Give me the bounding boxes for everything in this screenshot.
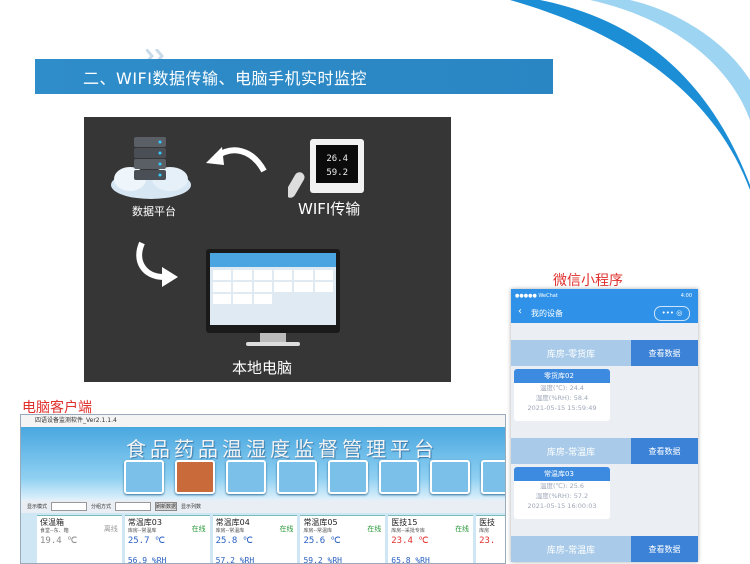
nav-bar: ‹ 我的设备 ••• ◎	[511, 303, 698, 323]
section-banner: 二、WIFI数据传输、电脑手机实时监控	[35, 59, 553, 94]
wifi-label: WIFI传输	[298, 200, 361, 218]
mini-program-label: 微信小程序	[553, 273, 623, 289]
client-header: 食品药品温湿度监督管理平台	[21, 427, 505, 500]
group-mode-label: 分组方式	[91, 504, 112, 510]
device-card[interactable]: 保温箱 食堂--东、箱 离线 19.4 ℃	[37, 515, 122, 563]
group-row: 库房-零货库 查看数据	[511, 340, 698, 366]
capsule-menu-icon[interactable]: ••• ◎	[654, 306, 690, 321]
toolbar-alarm-button[interactable]	[277, 460, 317, 494]
back-icon[interactable]: ‹	[518, 306, 522, 317]
status-time: 4:00	[680, 293, 692, 299]
control-bar: 显示模式 分组方式 刷新数据 显示列数	[21, 500, 505, 513]
status-bar: ●●●●● WeChat 4:00	[511, 289, 698, 303]
pc-label: 本地电脑	[232, 359, 293, 377]
pc-client-window: 四语设备监测软件_Ver2.1.1.4 食品药品温湿度监督管理平台 显示模式 分…	[20, 414, 506, 564]
sensor-hum: 59.2	[326, 168, 348, 178]
cloud-server-icon	[111, 137, 191, 199]
toolbar-sms-button[interactable]	[328, 460, 368, 494]
architecture-diagram: 数据平台 26.4 59.2 WIFI传输 本地电脑	[84, 117, 451, 382]
device-name: 常温库03	[514, 467, 610, 481]
view-data-button[interactable]: 查看数据	[631, 438, 698, 464]
window-titlebar: 四语设备监测软件_Ver2.1.1.4	[21, 415, 505, 427]
columns-label: 显示列数	[181, 504, 202, 510]
app-title: 食品药品温湿度监督管理平台	[126, 437, 438, 461]
status-left: ●●●●● WeChat	[515, 293, 558, 299]
toolbar-settings-button[interactable]	[430, 460, 470, 494]
device-card[interactable]: 常温库03 温度(℃): 25.6 湿度(%RH): 57.2 2021-05-…	[514, 467, 610, 519]
device-card[interactable]: 医技 库房 23.	[476, 515, 505, 563]
group-row: 库房-常温库 查看数据	[511, 536, 698, 562]
group-name: 库房-零货库	[511, 340, 631, 366]
decorative-swoosh	[510, 0, 750, 190]
wifi-sensor-icon: 26.4 59.2	[288, 139, 364, 198]
toolbar-exit-button[interactable]	[481, 460, 505, 494]
view-data-button[interactable]: 查看数据	[631, 536, 698, 562]
device-list: 库房-零货库 查看数据 零货库02 温度(℃): 24.4 湿度(%RH): 5…	[511, 323, 698, 562]
nav-title: 我的设备	[531, 309, 563, 318]
platform-label: 数据平台	[132, 205, 176, 218]
arrow-to-platform-icon	[206, 147, 267, 173]
monitor-base	[246, 342, 300, 346]
display-mode-select[interactable]	[51, 502, 88, 511]
group-mode-select[interactable]	[115, 502, 152, 511]
refresh-button[interactable]: 刷新数据	[155, 502, 178, 511]
device-card[interactable]: 医技15 库房--采批专库 在线 23.4 ℃ 65.8 %RH	[388, 515, 474, 563]
arrow-to-pc-icon	[136, 241, 178, 287]
toolbar-home-button[interactable]	[124, 460, 164, 494]
device-card-grid: 保温箱 食堂--东、箱 离线 19.4 ℃ 常温库03 库房--常温库 在线 25.7 …	[21, 513, 505, 563]
toolbar-user-button[interactable]	[379, 460, 419, 494]
view-data-button[interactable]: 查看数据	[631, 340, 698, 366]
group-name: 库房-常温库	[511, 438, 631, 464]
section-title: 二、WIFI数据传输、电脑手机实时监控	[83, 68, 367, 88]
display-mode-label: 显示模式	[27, 504, 48, 510]
sensor-temp: 26.4	[326, 154, 348, 164]
device-card[interactable]: 零货库02 温度(℃): 24.4 湿度(%RH): 58.4 2021-05-…	[514, 369, 610, 421]
toolbar-history-button[interactable]	[226, 460, 266, 494]
group-row: 库房-常温库 查看数据	[511, 438, 698, 464]
device-card[interactable]: 常温库04 库房--常温库 在线 25.8 ℃ 57.2 %RH	[212, 515, 298, 563]
toolbar-data-list-button[interactable]	[175, 460, 215, 494]
device-card[interactable]: 常温库05 库房--常温库 在线 25.6 ℃ 59.2 %RH	[300, 515, 386, 563]
device-card[interactable]: 常温库03 库房--常温库 在线 25.7 ℃ 56.9 %RH	[124, 515, 210, 563]
device-name: 零货库02	[514, 369, 610, 383]
pc-monitor	[206, 249, 340, 333]
wechat-mini-program: ●●●●● WeChat 4:00 ‹ 我的设备 ••• ◎ 库房-零货库 查看…	[511, 289, 698, 562]
group-name: 库房-常温库	[511, 536, 631, 562]
